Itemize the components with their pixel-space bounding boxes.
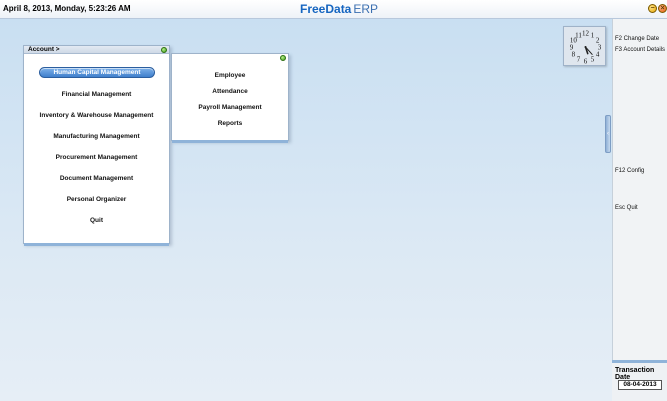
- shortcut-config[interactable]: F12 Config: [615, 168, 644, 174]
- menu-item-quit[interactable]: Quit: [24, 217, 169, 224]
- minus-icon: −: [650, 5, 655, 12]
- clock-numeral-5: 5: [591, 56, 595, 64]
- shortcut-quit[interactable]: Esc Quit: [615, 205, 638, 211]
- clock-face-icon: 12 1234567891011: [570, 30, 602, 66]
- clock-numeral-4: 4: [596, 51, 600, 59]
- transaction-date-label: Transaction Date: [615, 367, 655, 381]
- clock-numeral-7: 7: [577, 56, 581, 64]
- panel-collapse-handle[interactable]: ‹: [605, 115, 611, 153]
- title-bar: April 8, 2013, Monday, 5:23:26 AM FreeDa…: [0, 0, 667, 19]
- main-menu-title[interactable]: Account >: [28, 46, 60, 53]
- app-brand: FreeData ERP: [300, 2, 378, 16]
- current-datetime: April 8, 2013, Monday, 5:23:26 AM: [3, 4, 131, 13]
- sub-menu-footer: [172, 140, 288, 143]
- main-menu-footer: [24, 243, 169, 246]
- main-menu-panel: Account > Human Capital Management Finan…: [23, 45, 170, 246]
- main-menu-header: Account >: [24, 46, 169, 54]
- submenu-item-attendance[interactable]: Attendance: [172, 88, 288, 95]
- menu-item-manufacturing[interactable]: Manufacturing Management: [24, 133, 169, 140]
- status-dot-icon: [161, 47, 167, 53]
- clock-numeral-1: 1: [591, 31, 595, 39]
- brand-suffix: ERP: [353, 2, 379, 16]
- submenu-item-reports[interactable]: Reports: [172, 120, 288, 127]
- clock-center: [584, 46, 587, 48]
- shortcut-panel: F2 Change Date F3 Account Details F12 Co…: [612, 19, 667, 401]
- brand-name: FreeData: [300, 2, 352, 16]
- menu-item-financial[interactable]: Financial Management: [24, 91, 169, 98]
- close-icon: ×: [660, 5, 665, 12]
- clock-numeral-9: 9: [570, 44, 574, 52]
- menu-item-document[interactable]: Document Management: [24, 175, 169, 182]
- sub-menu-header: [172, 54, 288, 62]
- close-button[interactable]: ×: [658, 4, 667, 13]
- clock-numeral-6: 6: [584, 58, 588, 66]
- transaction-date-panel: Transaction Date 08-04-2013: [612, 360, 667, 401]
- submenu-item-employee[interactable]: Employee: [172, 72, 288, 79]
- transaction-date-field[interactable]: 08-04-2013: [618, 380, 662, 390]
- clock-numeral-12: 12: [582, 30, 590, 38]
- clock-numeral-11: 11: [575, 31, 582, 39]
- minimize-button[interactable]: −: [648, 4, 657, 13]
- menu-item-human-capital[interactable]: Human Capital Management: [39, 67, 155, 78]
- analog-clock: 12 1 2 3 4 5 6 7 8 9 10 11: [563, 26, 606, 66]
- menu-item-inventory[interactable]: Inventory & Warehouse Management: [24, 112, 169, 119]
- shortcut-change-date[interactable]: F2 Change Date: [615, 36, 659, 42]
- menu-item-procurement[interactable]: Procurement Management: [24, 154, 169, 161]
- shortcut-account-details[interactable]: F3 Account Details: [615, 47, 665, 53]
- clock-numeral-8: 8: [572, 51, 576, 59]
- chevron-left-icon: ‹: [607, 131, 609, 137]
- status-dot-icon: [280, 55, 286, 61]
- submenu-item-payroll[interactable]: Payroll Management: [172, 104, 288, 111]
- sub-menu-panel: Employee Attendance Payroll Management R…: [171, 53, 289, 143]
- menu-item-personal-organizer[interactable]: Personal Organizer: [24, 196, 169, 203]
